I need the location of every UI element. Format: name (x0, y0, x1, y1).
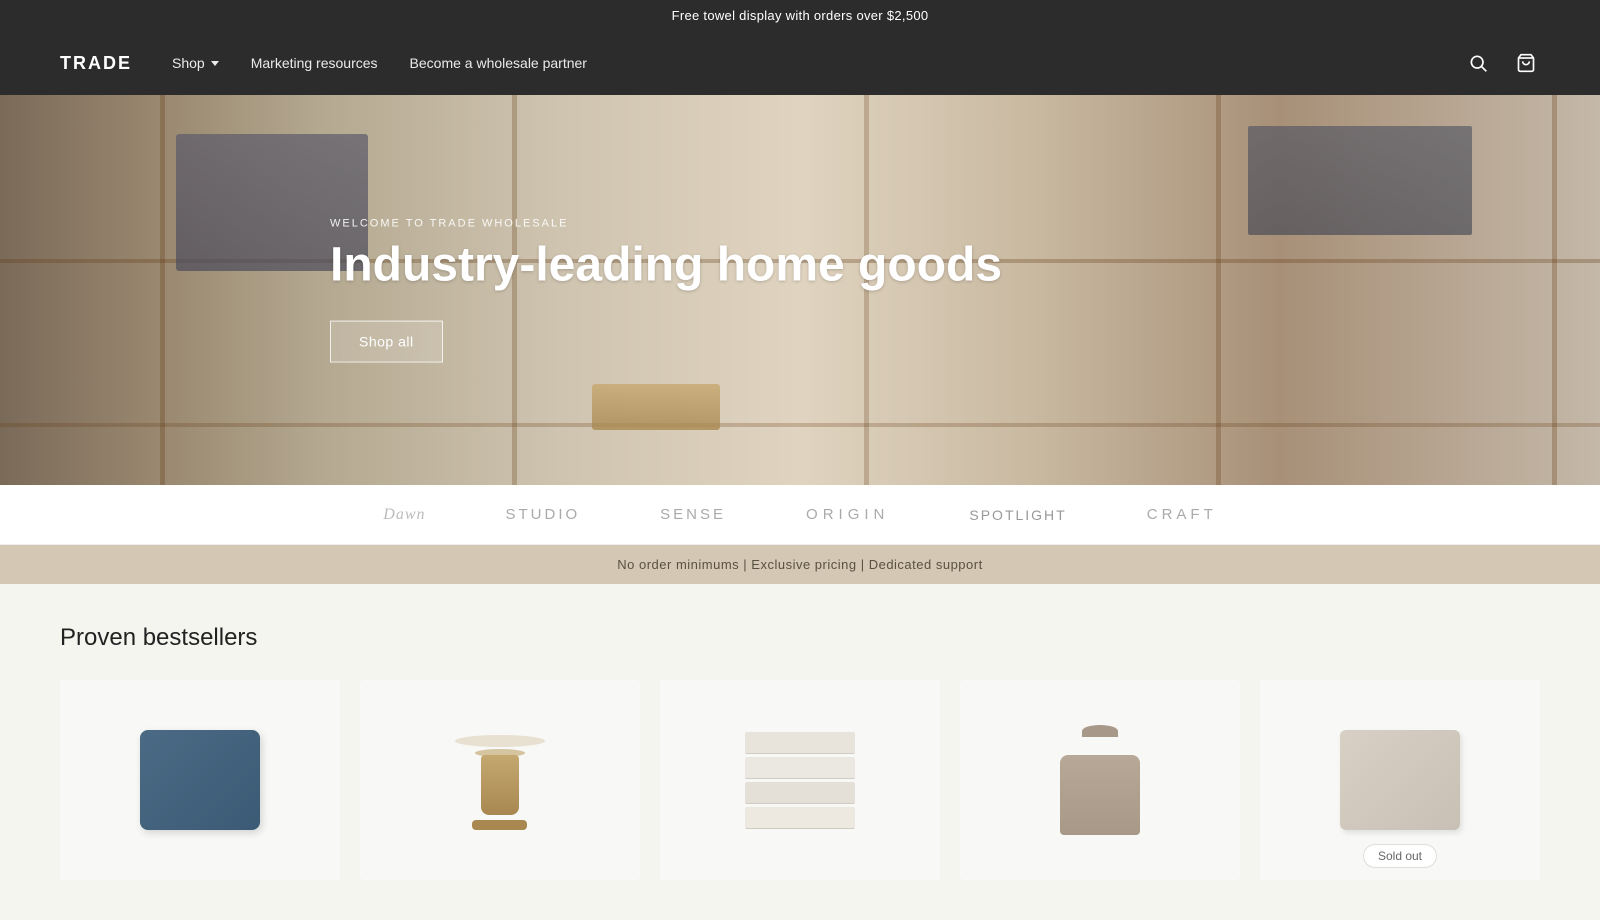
product-image-3 (660, 680, 940, 880)
sweater-shape (1050, 725, 1150, 835)
nav-links: Shop Marketing resources Become a wholes… (172, 55, 1464, 71)
product-card-4[interactable] (960, 680, 1240, 880)
nav-icons (1464, 49, 1540, 77)
site-logo[interactable]: TRADE (60, 53, 132, 74)
value-props-text: No order minimums | Exclusive pricing | … (617, 557, 982, 572)
section-title: Proven bestsellers (60, 624, 1540, 652)
brand-spotlight[interactable]: spotlight (969, 507, 1066, 523)
announcement-bar: Free towel display with orders over $2,5… (0, 0, 1600, 31)
hero-welcome-text: WELCOME TO TRADE WHOLESALE (330, 218, 1002, 230)
towel-2 (745, 757, 855, 779)
announcement-text: Free towel display with orders over $2,5… (672, 8, 929, 23)
table-top-shape (455, 735, 545, 747)
towel-1 (745, 732, 855, 754)
marketing-resources-link[interactable]: Marketing resources (251, 55, 378, 71)
towels-stack-shape (745, 732, 855, 829)
sold-out-badge: Sold out (1363, 844, 1437, 868)
wholesale-partner-link[interactable]: Become a wholesale partner (410, 55, 587, 71)
towel-3 (745, 782, 855, 804)
towel-4 (745, 807, 855, 829)
sweater-body-shape (1060, 755, 1140, 835)
product-card-1[interactable] (60, 680, 340, 880)
table-foot-shape (472, 820, 527, 830)
brand-studio[interactable]: STUDIO (506, 506, 581, 523)
marketing-resources-label: Marketing resources (251, 55, 378, 71)
product-image-2 (360, 680, 640, 880)
shop-menu-link[interactable]: Shop (172, 55, 219, 71)
shop-label: Shop (172, 55, 205, 71)
product-image-1 (60, 680, 340, 880)
search-button[interactable] (1464, 49, 1492, 77)
wholesale-partner-label: Become a wholesale partner (410, 55, 587, 71)
brand-dawn[interactable]: Dawn (383, 506, 425, 524)
pillow-beige-shape (1340, 730, 1460, 830)
product-card-5[interactable]: Sold out (1260, 680, 1540, 880)
product-image-4 (960, 680, 1240, 880)
shop-chevron-icon (211, 61, 219, 66)
brands-bar: Dawn STUDIO SENSE ORIGIN spotlight CRAFT (0, 485, 1600, 545)
cart-button[interactable] (1512, 49, 1540, 77)
cart-icon (1516, 53, 1536, 73)
products-section: Proven bestsellers (0, 584, 1600, 920)
product-card-3[interactable] (660, 680, 940, 880)
shop-all-button[interactable]: Shop all (330, 320, 443, 362)
hero-content: WELCOME TO TRADE WHOLESALE Industry-lead… (330, 218, 1002, 363)
hero-section: WELCOME TO TRADE WHOLESALE Industry-lead… (0, 95, 1600, 485)
table-stem-shape (481, 755, 519, 815)
products-grid: Sold out (60, 680, 1540, 880)
pillow-blue-shape (140, 730, 260, 830)
hero-title: Industry-leading home goods (330, 240, 1002, 293)
navigation: TRADE Shop Marketing resources Become a … (0, 31, 1600, 95)
table-shape (455, 725, 545, 835)
product-image-5: Sold out (1260, 680, 1540, 880)
brand-craft[interactable]: CRAFT (1147, 506, 1217, 523)
value-props-bar: No order minimums | Exclusive pricing | … (0, 545, 1600, 584)
search-icon (1468, 53, 1488, 73)
brand-sense[interactable]: SENSE (660, 506, 726, 523)
brand-origin[interactable]: ORIGIN (806, 506, 889, 523)
sweater-collar-shape (1082, 725, 1118, 737)
product-card-2[interactable] (360, 680, 640, 880)
